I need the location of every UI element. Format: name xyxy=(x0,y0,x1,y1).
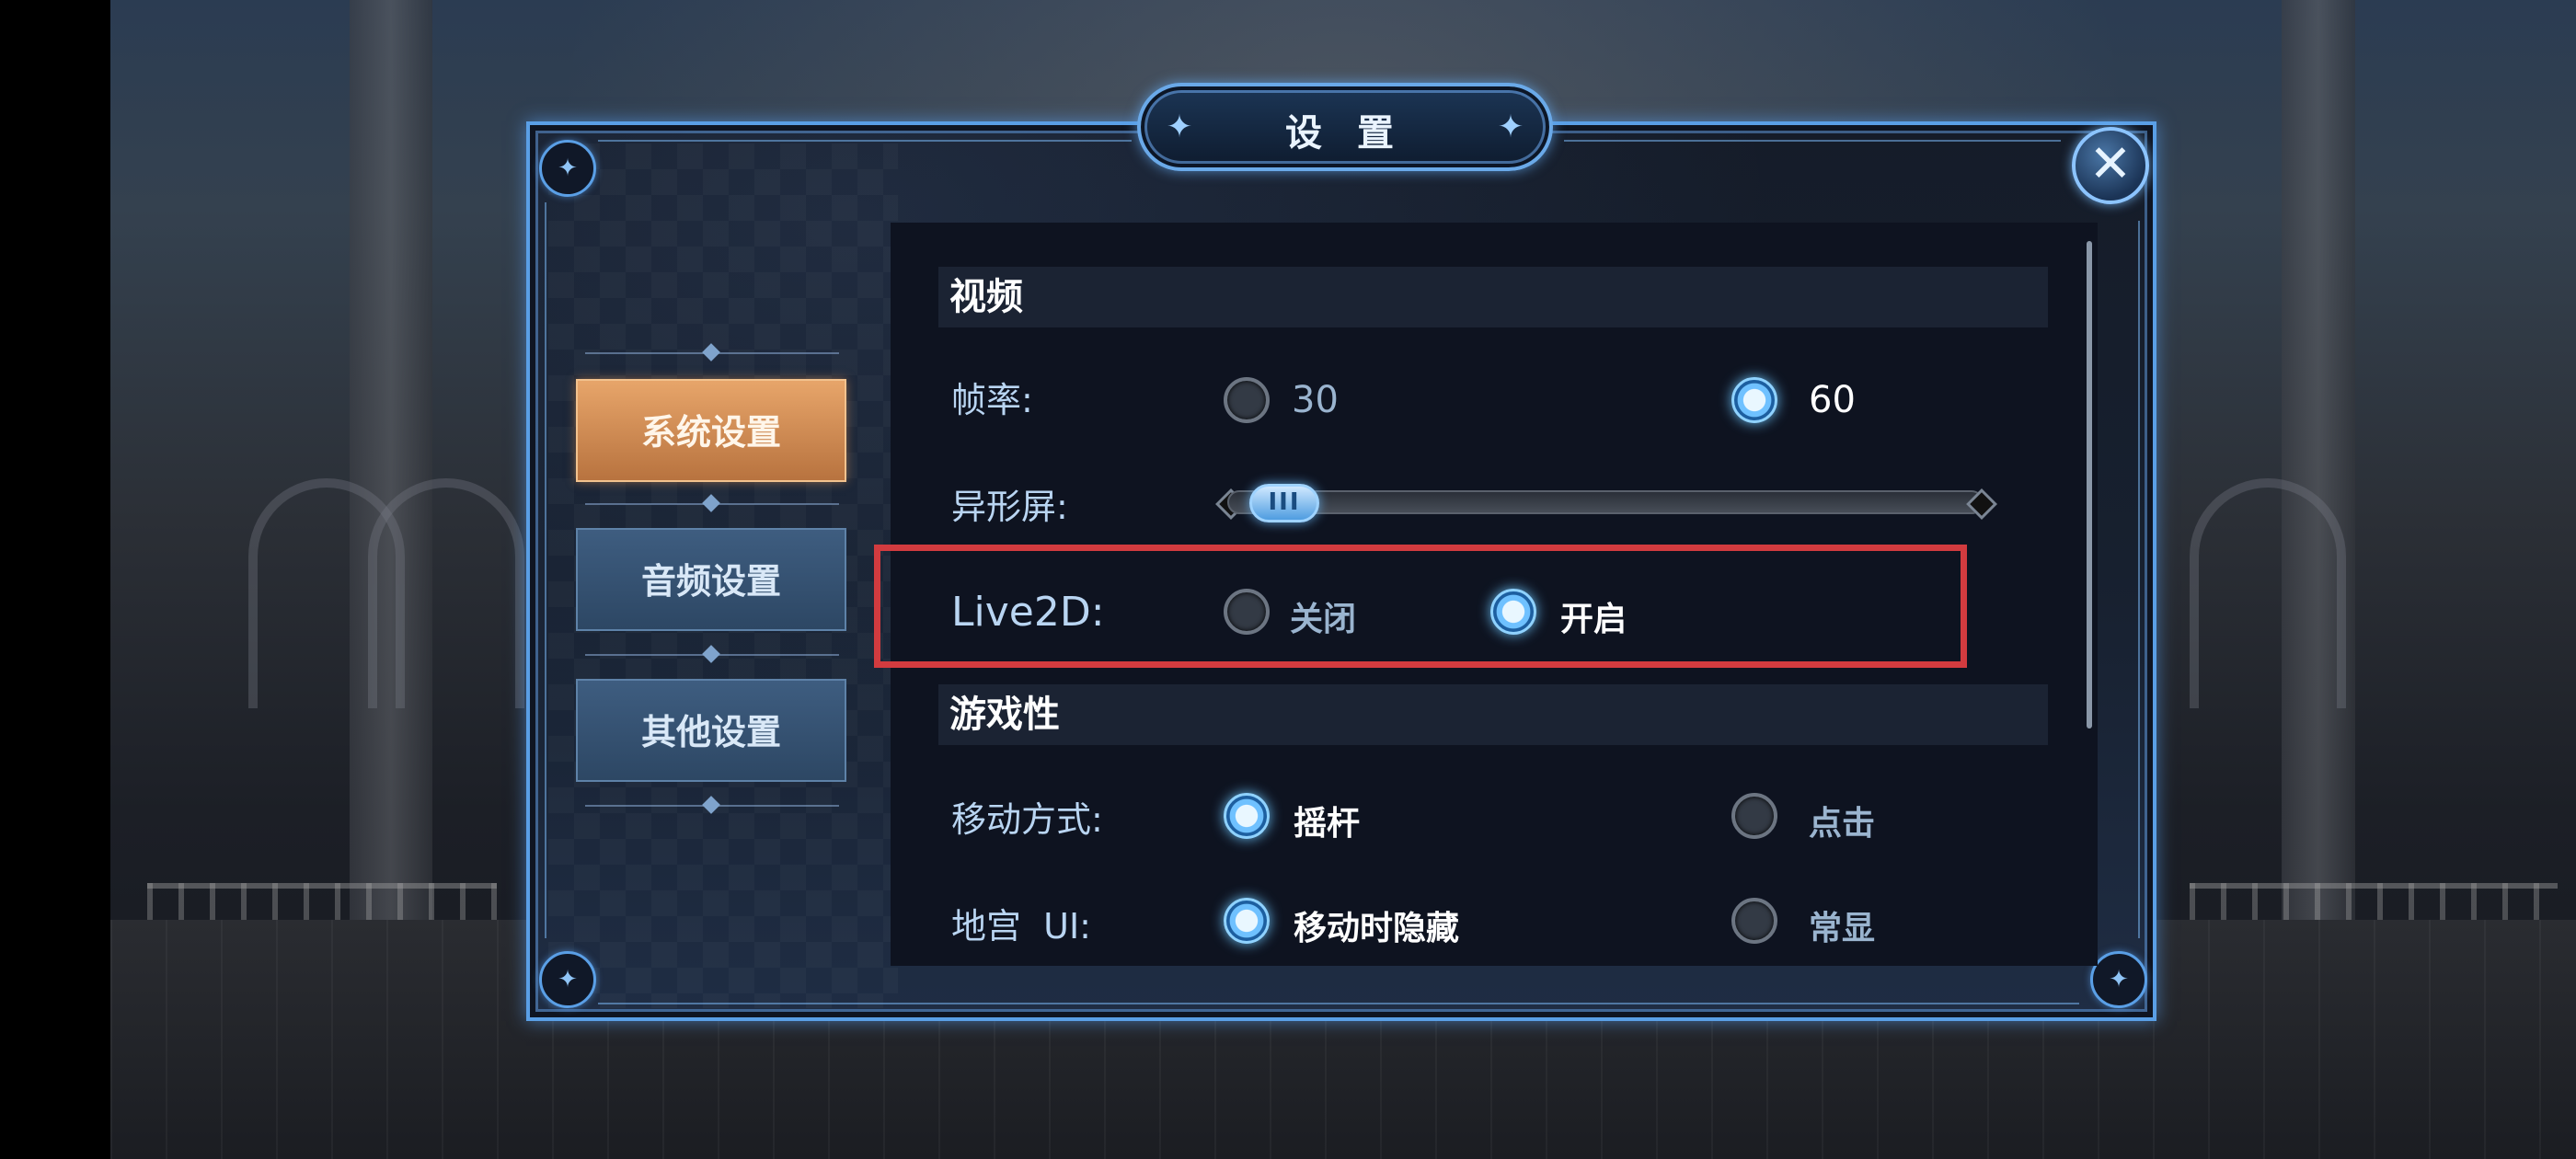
border-ornament xyxy=(598,140,1132,142)
background-arch xyxy=(2190,478,2346,708)
move-joystick-radio[interactable] xyxy=(1224,793,1270,839)
border-ornament xyxy=(598,1003,2079,1004)
section-header-video: 视频 xyxy=(938,267,2048,327)
title-plaque: ✦ 设 置 ✦ xyxy=(1137,83,1553,171)
section-header-gameplay: 游戏性 xyxy=(938,684,2048,745)
star-compass-icon: ✦ xyxy=(539,140,596,197)
dungeon-ui-always-label: 常显 xyxy=(1809,910,1876,947)
star-compass-icon: ✦ xyxy=(1497,109,1524,145)
dungeon-ui-hide-label: 移动时隐藏 xyxy=(1294,910,1460,947)
move-click-label: 点击 xyxy=(1809,805,1876,843)
notch-screen-slider-thumb[interactable]: III xyxy=(1249,484,1319,522)
background-pillar xyxy=(350,0,432,920)
frame-rate-60-label: 60 xyxy=(1809,379,1856,421)
background-arch xyxy=(368,478,524,708)
frame-rate-30-radio[interactable] xyxy=(1224,377,1270,423)
move-click-radio[interactable] xyxy=(1731,793,1777,839)
background-pillar xyxy=(2282,0,2355,920)
frame-rate-30-label: 30 xyxy=(1292,379,1339,421)
scrollbar[interactable] xyxy=(2087,241,2092,729)
move-joystick-label: 摇杆 xyxy=(1294,805,1361,843)
dungeon-ui-hide-radio[interactable] xyxy=(1224,898,1270,944)
dungeon-ui-always-radio[interactable] xyxy=(1731,898,1777,944)
border-ornament xyxy=(545,202,546,938)
frame-rate-60-radio[interactable] xyxy=(1731,377,1777,423)
notch-screen-label: 异形屏: xyxy=(951,487,1068,527)
close-button[interactable]: ✕ xyxy=(2072,127,2149,204)
tab-audio-settings[interactable]: 音频设置 xyxy=(576,528,846,631)
border-ornament xyxy=(2138,221,2140,938)
game-scene: ✦ ✦ ✦ ✦ 设 置 ✦ ✕ 系统设置 音频设置 其他设置 视频 帧率: 30… xyxy=(0,0,2576,1159)
tab-system-settings[interactable]: 系统设置 xyxy=(576,379,846,482)
border-ornament xyxy=(1564,140,2061,142)
frame-rate-label: 帧率: xyxy=(951,380,1033,420)
move-mode-label: 移动方式: xyxy=(951,799,1103,840)
nav-divider xyxy=(585,494,839,512)
nav-divider xyxy=(585,645,839,663)
nav-divider xyxy=(585,343,839,361)
black-bar xyxy=(0,0,110,1159)
highlight-box xyxy=(874,545,1967,668)
tab-other-settings[interactable]: 其他设置 xyxy=(576,679,846,782)
star-compass-icon: ✦ xyxy=(539,951,596,1008)
close-x-icon: ✕ xyxy=(2088,134,2133,194)
star-compass-icon: ✦ xyxy=(2090,951,2147,1008)
notch-screen-slider-track[interactable] xyxy=(1227,490,1984,514)
dungeon-ui-label: 地宫 UI: xyxy=(951,906,1091,947)
nav-divider xyxy=(585,796,839,814)
